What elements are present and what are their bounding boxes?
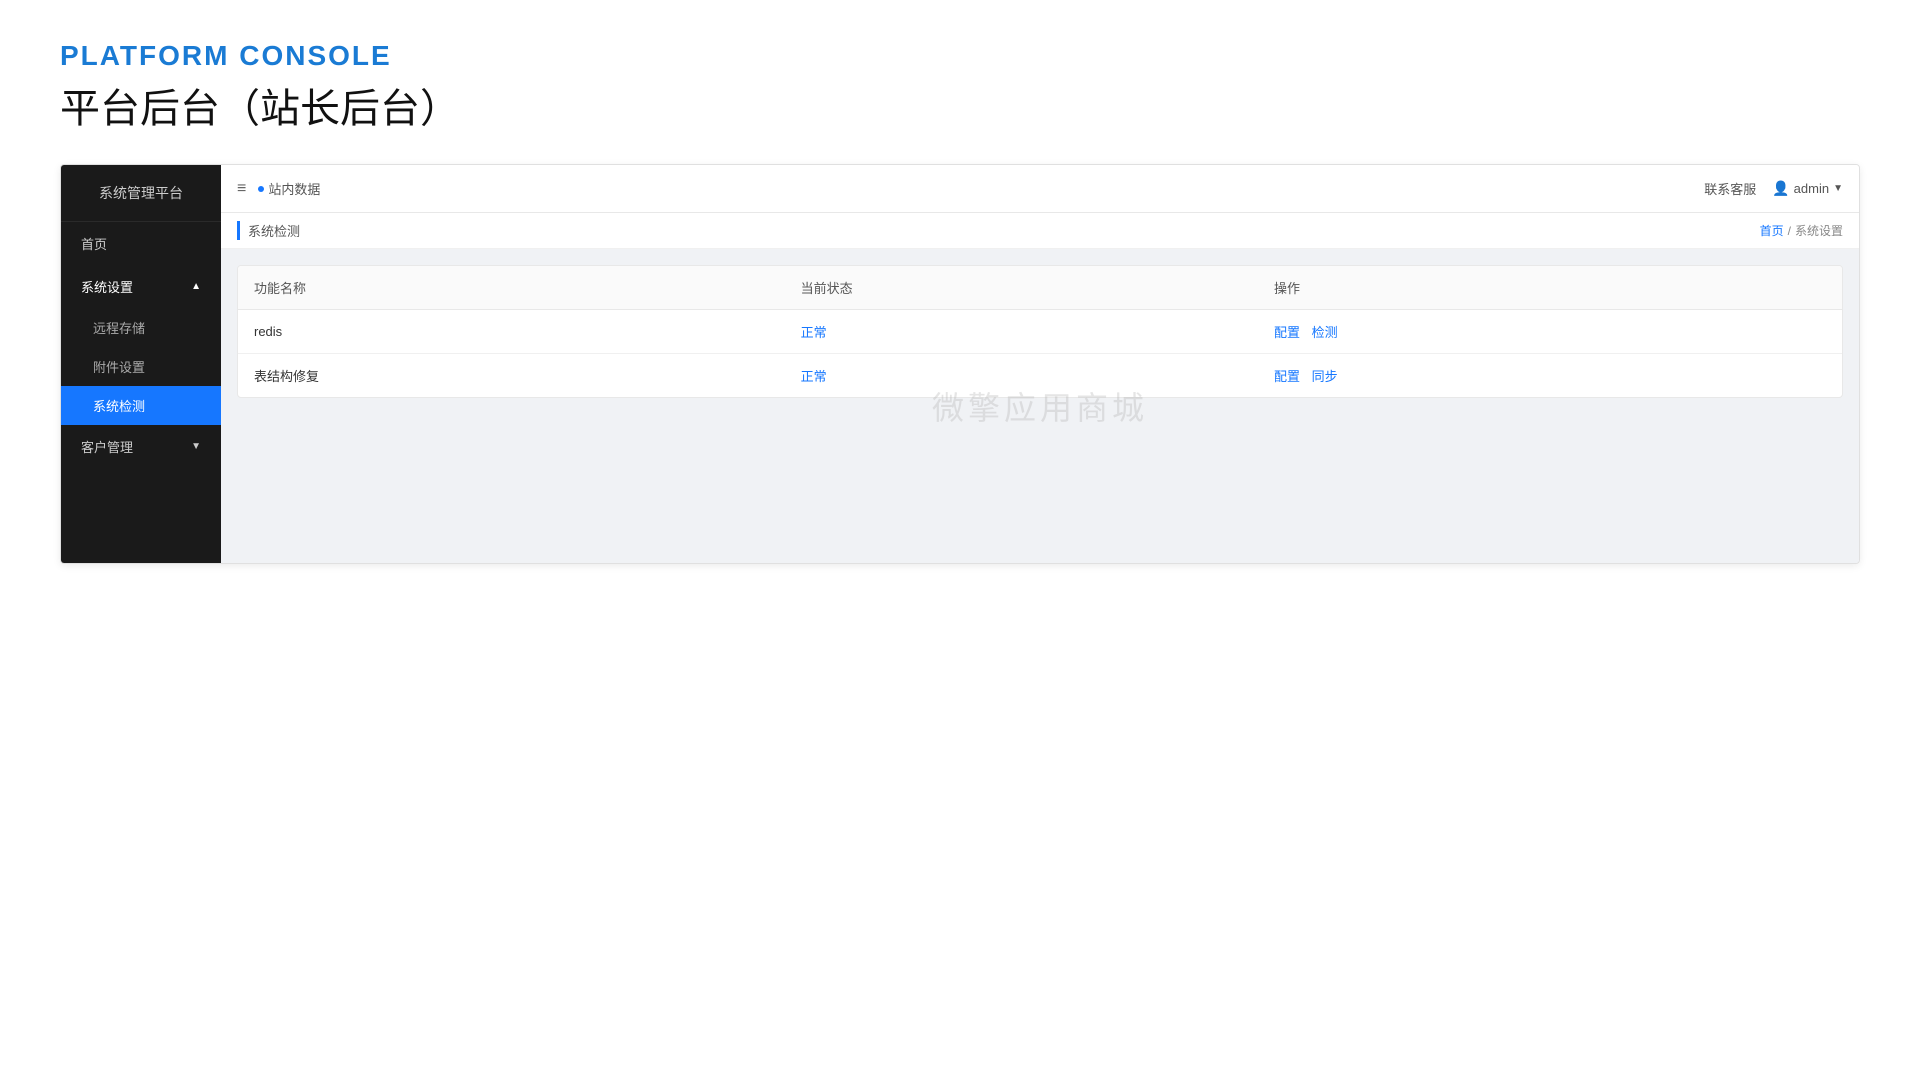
system-check-label: 系统检测 [93, 396, 145, 415]
sidebar-item-attachment-settings[interactable]: 附件设置 [61, 347, 221, 386]
menu-toggle-icon[interactable]: ≡ [237, 180, 246, 198]
customer-management-arrow: ▼ [191, 441, 201, 452]
status-badge-2: 正常 [801, 369, 827, 384]
col-function-name: 功能名称 [238, 266, 785, 310]
nav-station-data[interactable]: 站内数据 [258, 179, 320, 198]
system-check-table: 功能名称 当前状态 操作 redis 正常 配置 [238, 266, 1842, 397]
nav-dot-icon [258, 186, 264, 192]
row-1-action-check[interactable]: 检测 [1312, 325, 1338, 340]
row-1-name: redis [238, 310, 785, 354]
table-row: redis 正常 配置 检测 [238, 310, 1842, 354]
content-area: ≡ 站内数据 联系客服 👤 admin ▼ 系统检测 首页 [221, 165, 1859, 563]
contact-service-link[interactable]: 联系客服 [1704, 179, 1756, 198]
breadcrumb-path: 首页 / 系统设置 [1760, 222, 1843, 239]
row-1-status: 正常 [785, 310, 1258, 354]
top-bar-left: ≡ 站内数据 [237, 179, 320, 198]
page-title-en: PLATFORM CONSOLE [60, 40, 1860, 72]
breadcrumb-section-label: 系统设置 [1795, 222, 1843, 239]
sidebar-system-settings-label: 系统设置 [81, 277, 133, 296]
top-bar-right: 联系客服 👤 admin ▼ [1704, 179, 1843, 198]
table-row: 表结构修复 正常 配置 同步 [238, 354, 1842, 398]
table-container: 功能名称 当前状态 操作 redis 正常 配置 [237, 265, 1843, 398]
sidebar-item-remote-storage[interactable]: 远程存储 [61, 308, 221, 347]
main-wrapper: 系统管理平台 首页 系统设置 ▲ 远程存储 附件设置 系统检测 客户管理 ▼ [60, 164, 1860, 564]
sidebar-item-system-check[interactable]: 系统检测 [61, 386, 221, 425]
col-operations: 操作 [1258, 266, 1842, 310]
sidebar-item-customer-management[interactable]: 客户管理 ▼ [61, 425, 221, 468]
row-2-status: 正常 [785, 354, 1258, 398]
breadcrumb-bar: 系统检测 首页 / 系统设置 [221, 213, 1859, 249]
sidebar-item-system-settings[interactable]: 系统设置 ▲ [61, 265, 221, 308]
row-2-name: 表结构修复 [238, 354, 785, 398]
row-1-actions: 配置 检测 [1258, 310, 1842, 354]
top-bar: ≡ 站内数据 联系客服 👤 admin ▼ [221, 165, 1859, 213]
sidebar: 系统管理平台 首页 系统设置 ▲ 远程存储 附件设置 系统检测 客户管理 ▼ [61, 165, 221, 563]
attachment-settings-label: 附件设置 [93, 360, 145, 375]
admin-dropdown-arrow: ▼ [1833, 183, 1843, 194]
sidebar-item-home[interactable]: 首页 [61, 222, 221, 265]
table-header-row: 功能名称 当前状态 操作 [238, 266, 1842, 310]
row-2-action-config[interactable]: 配置 [1274, 369, 1300, 384]
col-current-status: 当前状态 [785, 266, 1258, 310]
customer-management-label: 客户管理 [81, 437, 133, 456]
remote-storage-label: 远程存储 [93, 321, 145, 336]
breadcrumb-current-label: 系统检测 [248, 221, 300, 240]
row-1-action-config[interactable]: 配置 [1274, 325, 1300, 340]
sidebar-title: 系统管理平台 [61, 165, 221, 222]
page-title-area: PLATFORM CONSOLE 平台后台（站长后台） [0, 0, 1920, 164]
admin-avatar-icon: 👤 [1772, 180, 1789, 197]
content-inner: 功能名称 当前状态 操作 redis 正常 配置 [221, 249, 1859, 563]
sidebar-menu: 首页 系统设置 ▲ 远程存储 附件设置 系统检测 客户管理 ▼ [61, 222, 221, 563]
breadcrumb-separator: / [1788, 224, 1791, 238]
row-2-actions: 配置 同步 [1258, 354, 1842, 398]
system-settings-arrow: ▲ [191, 281, 201, 292]
row-2-action-sync[interactable]: 同步 [1312, 369, 1338, 384]
breadcrumb-home-link[interactable]: 首页 [1760, 222, 1784, 239]
breadcrumb-current: 系统检测 [237, 221, 300, 240]
admin-username-label: admin [1794, 181, 1829, 196]
status-badge-1: 正常 [801, 325, 827, 340]
admin-user-menu[interactable]: 👤 admin ▼ [1772, 180, 1843, 197]
nav-station-data-label: 站内数据 [268, 179, 320, 198]
page-title-zh: 平台后台（站长后台） [60, 76, 1860, 134]
sidebar-home-label: 首页 [81, 234, 107, 253]
